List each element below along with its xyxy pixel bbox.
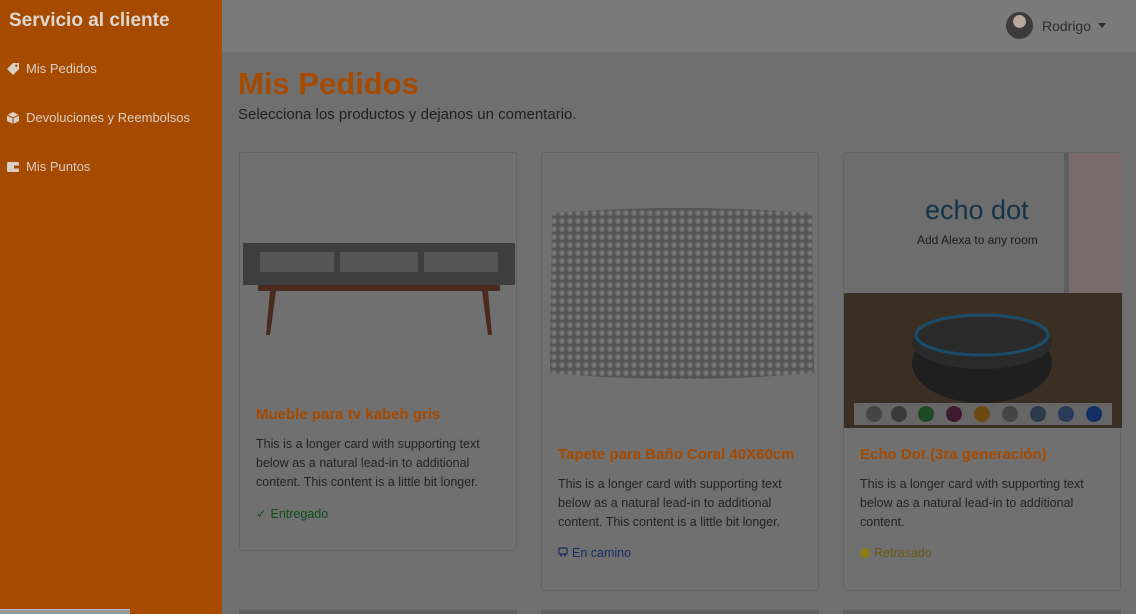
status-delivered: ✓ Entregado: [256, 506, 329, 522]
yellow-dot-icon: [860, 548, 870, 558]
status-label: En camino: [572, 546, 632, 560]
sidebar-brand[interactable]: Servicio al cliente: [9, 10, 170, 32]
order-card[interactable]: Mueble para tv kabeh gris This is a long…: [239, 152, 517, 551]
sidebar: Servicio al cliente Mis Pedidos Devoluci…: [0, 0, 222, 614]
sidebar-item-label: Mis Pedidos: [26, 61, 97, 76]
card-text: This is a longer card with supporting te…: [860, 477, 1084, 529]
next-card-hint: [541, 610, 819, 614]
check-icon: ✓: [256, 507, 267, 521]
avatar: [1005, 12, 1033, 39]
card-text: This is a longer card with supporting te…: [256, 437, 480, 489]
tag-icon: [6, 62, 20, 76]
box-icon: [6, 111, 20, 125]
echo-dot-brand-text: echo dot: [925, 195, 1029, 225]
sidebar-item-devoluciones[interactable]: Devoluciones y Reembolsos: [6, 110, 190, 125]
next-card-hint: [843, 610, 1121, 614]
card-title[interactable]: Tapete para Baño Coral 40X60cm: [558, 446, 794, 463]
order-card[interactable]: Tapete para Baño Coral 40X60cm This is a…: [541, 152, 819, 591]
wallet-icon: [6, 160, 20, 174]
order-card[interactable]: echo dot Add Alexa to any room Echo Dot …: [843, 152, 1122, 591]
status-label: Entregado: [270, 506, 329, 521]
product-image: echo dot Add Alexa to any room: [844, 153, 1122, 428]
card-title[interactable]: Mueble para tv kabeh gris: [256, 406, 440, 423]
product-image: [542, 153, 818, 423]
page-title: Mis Pedidos: [238, 66, 419, 101]
status-strip: [0, 609, 130, 614]
user-menu[interactable]: Rodrigo: [1005, 12, 1106, 39]
status-delayed: Retrasado: [860, 546, 932, 560]
status-on-the-way: En camino: [558, 546, 631, 560]
truck-icon: [558, 546, 568, 560]
chevron-down-icon: [1098, 23, 1106, 28]
topbar: Rodrigo: [222, 0, 1136, 52]
sidebar-item-mis-pedidos[interactable]: Mis Pedidos: [6, 61, 97, 76]
user-name: Rodrigo: [1041, 17, 1091, 34]
next-card-hint: [239, 610, 517, 614]
sidebar-item-mis-puntos[interactable]: Mis Puntos: [6, 159, 90, 174]
sidebar-item-label: Mis Puntos: [26, 159, 91, 174]
sidebar-item-label: Devoluciones y Reembolsos: [26, 110, 191, 125]
echo-dot-tagline: Add Alexa to any room: [917, 233, 1038, 247]
card-text: This is a longer card with supporting te…: [558, 477, 782, 529]
card-title[interactable]: Echo Dot (3ra generación): [860, 446, 1047, 463]
page-subtitle: Selecciona los productos y dejanos un co…: [238, 106, 577, 123]
status-label: Retrasado: [874, 546, 932, 560]
product-image: [240, 153, 516, 393]
